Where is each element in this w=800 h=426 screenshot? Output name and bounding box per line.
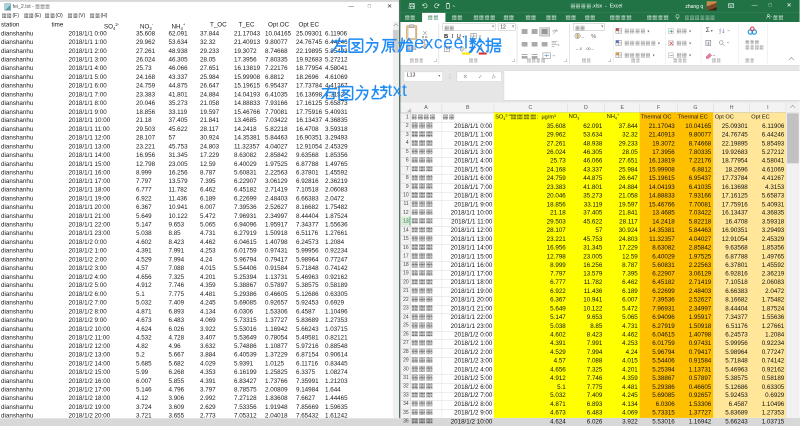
svg-text:ab: ab [553, 29, 557, 33]
svg-text:.00→: .00→ [586, 47, 595, 51]
svg-text:%: % [591, 34, 596, 40]
svg-text:Z: Z [719, 31, 721, 34]
svg-text:←.0: ←.0 [575, 47, 582, 51]
